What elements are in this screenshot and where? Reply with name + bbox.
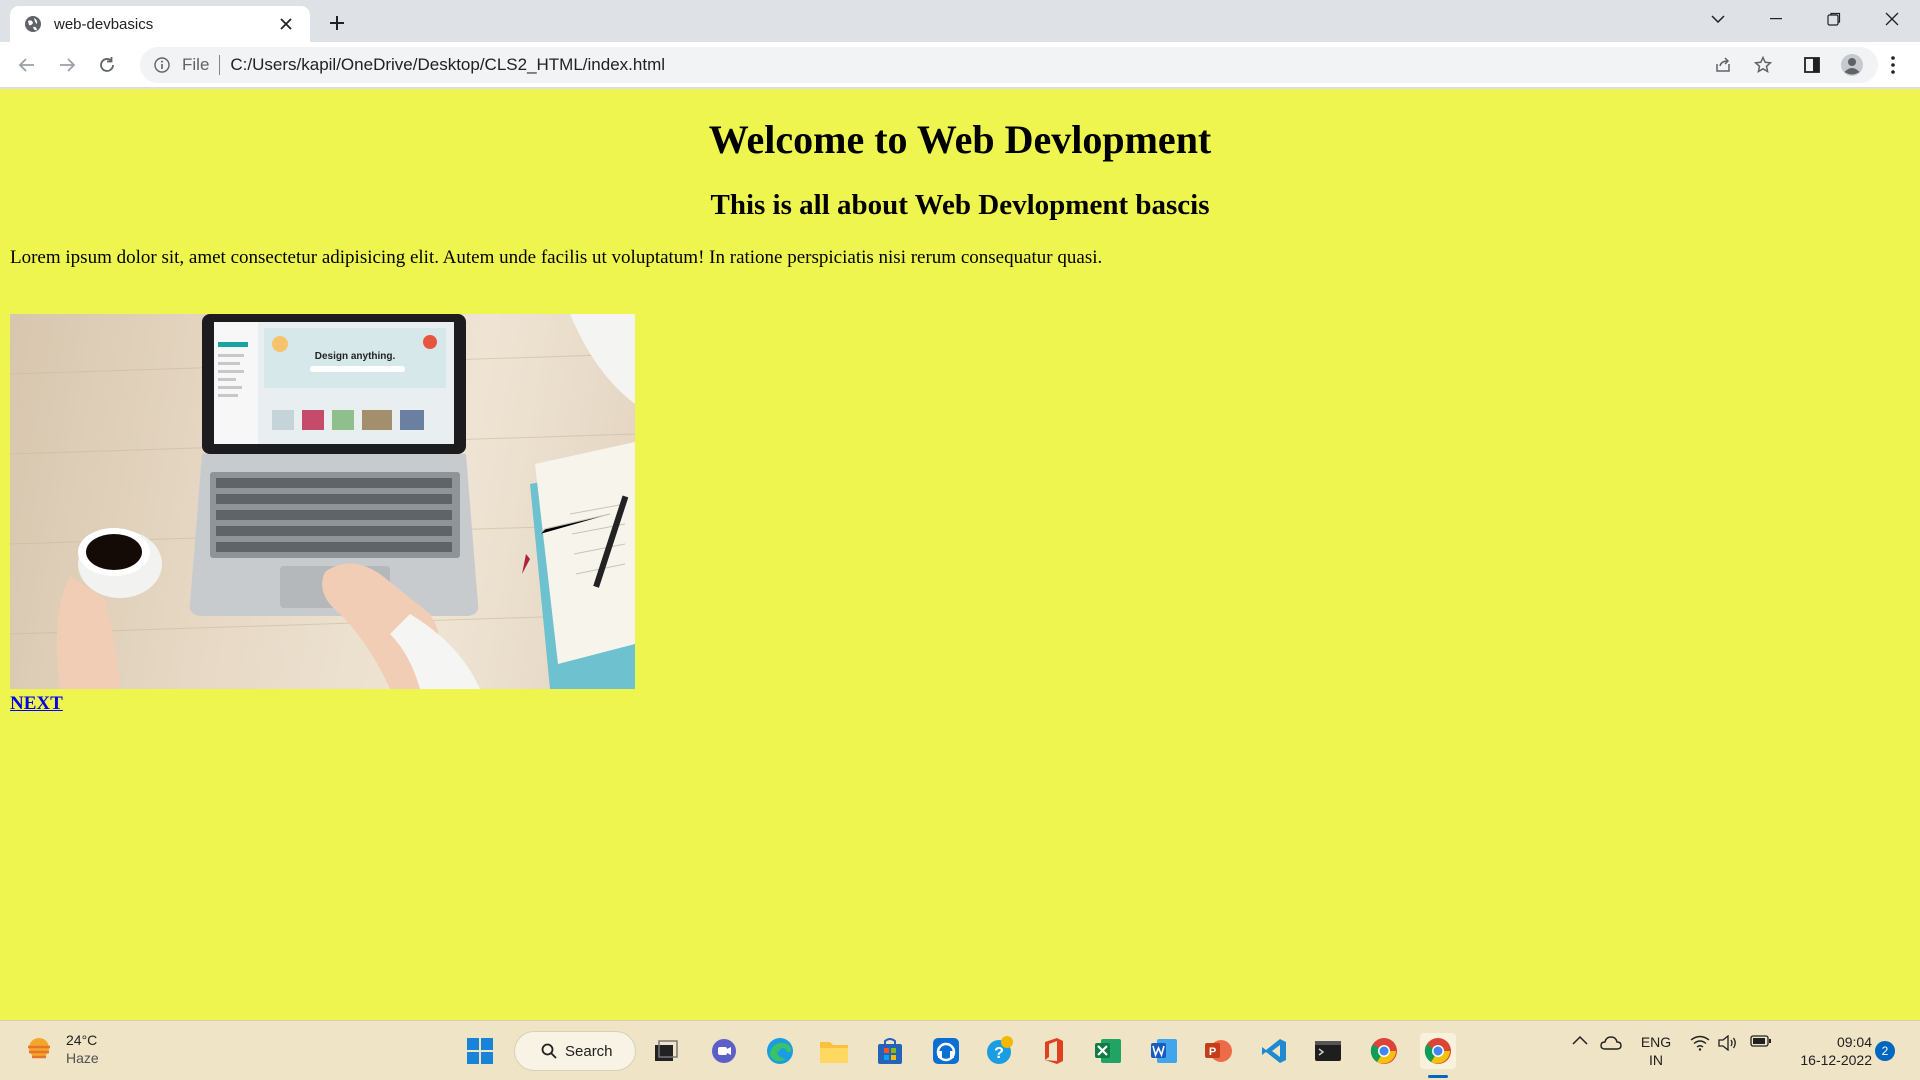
- weather-condition: Haze: [66, 1050, 99, 1066]
- tab-search-icon[interactable]: [1690, 0, 1746, 38]
- address-bar[interactable]: File C:/Users/kapil/OneDrive/Desktop/CLS…: [140, 47, 1878, 83]
- laptop-desk-image: Design anything.: [10, 314, 635, 689]
- file-explorer-icon[interactable]: [816, 1033, 852, 1069]
- web-page: Welcome to Web Devlopment This is all ab…: [0, 89, 1920, 1020]
- battery-icon[interactable]: [1750, 1035, 1772, 1047]
- system-clock[interactable]: 09:04 16-12-2022: [1784, 1033, 1872, 1069]
- next-link[interactable]: NEXT: [10, 693, 63, 715]
- forward-button[interactable]: [52, 50, 82, 80]
- omnibox-divider: [219, 55, 221, 75]
- menu-kebab-icon[interactable]: [1878, 50, 1908, 80]
- info-icon[interactable]: [152, 55, 172, 75]
- teams-chat-icon[interactable]: [706, 1033, 742, 1069]
- lang-code: ENG: [1640, 1034, 1672, 1050]
- search-label: Search: [565, 1042, 613, 1060]
- profile-avatar-icon[interactable]: [1837, 50, 1867, 80]
- tab-title: web-devbasics: [54, 15, 154, 33]
- page-heading: Welcome to Web Devlopment: [708, 117, 1212, 162]
- active-app-indicator: [1428, 1075, 1448, 1078]
- close-window-button[interactable]: [1864, 0, 1920, 38]
- clock-date: 16-12-2022: [1800, 1052, 1872, 1068]
- wifi-icon[interactable]: [1690, 1035, 1710, 1051]
- task-view-icon[interactable]: [648, 1033, 684, 1069]
- svg-text:?: ?: [994, 1045, 1004, 1062]
- chevron-up-icon[interactable]: [1572, 1035, 1588, 1045]
- url-text[interactable]: C:/Users/kapil/OneDrive/Desktop/CLS2_HTM…: [230, 55, 665, 75]
- svg-text:P: P: [1209, 1046, 1216, 1058]
- weather-widget[interactable]: 24°C Haze: [24, 1031, 99, 1067]
- terminal-icon[interactable]: [1310, 1033, 1346, 1069]
- excel-icon[interactable]: [1090, 1033, 1126, 1069]
- reload-button[interactable]: [92, 50, 122, 80]
- restore-button[interactable]: [1806, 0, 1862, 38]
- weather-temperature: 24°C: [66, 1032, 98, 1048]
- chrome-active-icon[interactable]: [1420, 1033, 1456, 1069]
- back-button[interactable]: [12, 50, 42, 80]
- page-subheading: This is all about Web Devlopment bascis: [710, 189, 1210, 221]
- search-icon: [541, 1043, 557, 1059]
- edge-browser-icon[interactable]: [762, 1033, 798, 1069]
- page-paragraph: Lorem ipsum dolor sit, amet consectetur …: [10, 247, 1103, 268]
- minimize-button[interactable]: [1748, 0, 1804, 38]
- browser-tab[interactable]: web-devbasics: [10, 6, 310, 42]
- bookmark-star-icon[interactable]: [1748, 50, 1778, 80]
- app-headset-icon[interactable]: [928, 1033, 964, 1069]
- browser-titlebar: web-devbasics: [0, 0, 1920, 42]
- onedrive-cloud-icon[interactable]: [1600, 1035, 1622, 1051]
- share-icon[interactable]: [1708, 50, 1738, 80]
- taskbar-search-button[interactable]: Search: [514, 1031, 636, 1071]
- powerpoint-icon[interactable]: P: [1200, 1033, 1236, 1069]
- microsoft-store-icon[interactable]: [872, 1033, 908, 1069]
- office-icon[interactable]: [1036, 1033, 1072, 1069]
- lang-region: IN: [1649, 1052, 1663, 1068]
- word-icon[interactable]: [1146, 1033, 1182, 1069]
- language-indicator[interactable]: ENG IN: [1638, 1033, 1674, 1069]
- clock-time: 09:04: [1836, 1034, 1872, 1050]
- side-panel-icon[interactable]: [1797, 50, 1827, 80]
- volume-icon[interactable]: [1718, 1035, 1738, 1051]
- notification-badge[interactable]: 2: [1875, 1041, 1895, 1061]
- laptop-screen-text: Design anything.: [315, 351, 396, 362]
- chrome-icon[interactable]: [1366, 1033, 1402, 1069]
- sun-haze-icon: [24, 1034, 54, 1064]
- get-help-icon[interactable]: ?: [982, 1033, 1018, 1069]
- file-scheme-label: File: [182, 55, 210, 74]
- browser-toolbar: File C:/Users/kapil/OneDrive/Desktop/CLS…: [0, 42, 1920, 88]
- windows-start-icon[interactable]: [462, 1033, 498, 1069]
- globe-icon: [24, 15, 42, 33]
- new-tab-button[interactable]: [324, 10, 350, 36]
- vscode-icon[interactable]: [1256, 1033, 1292, 1069]
- close-tab-icon[interactable]: [276, 14, 296, 34]
- windows-taskbar: 24°C Haze Search ? P ENG IN 09:04 16-12-…: [0, 1020, 1920, 1080]
